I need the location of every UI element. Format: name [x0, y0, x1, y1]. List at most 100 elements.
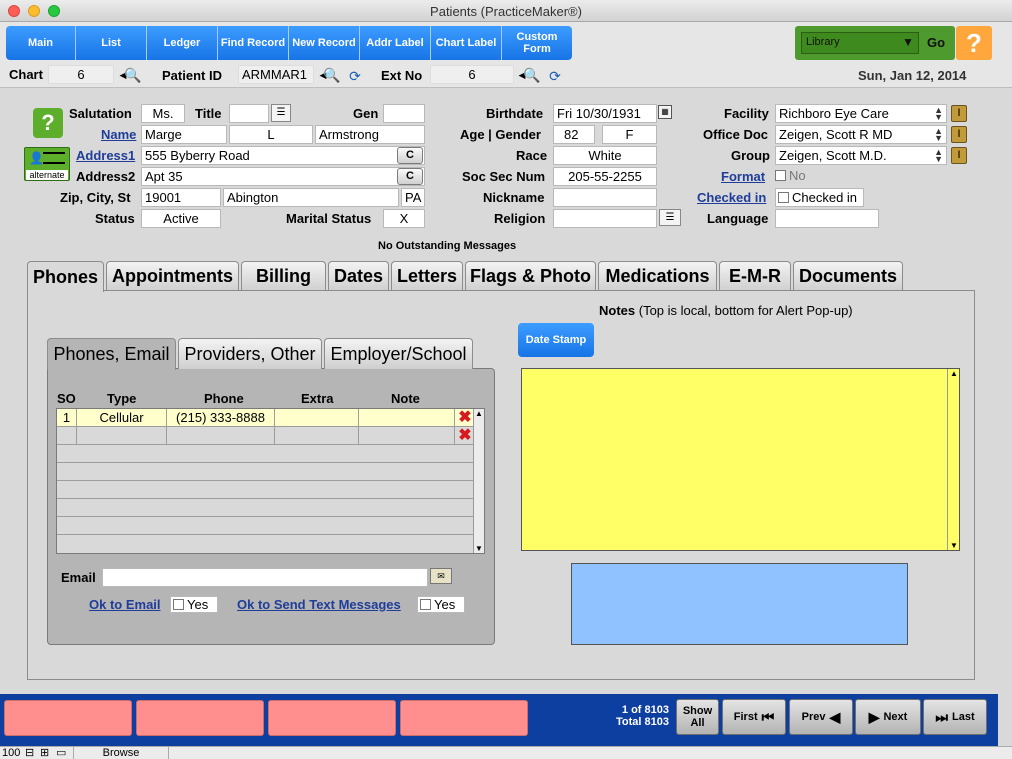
- chart-label-button[interactable]: Chart Label: [431, 26, 502, 60]
- nickname-field[interactable]: [553, 188, 657, 207]
- cell-phone[interactable]: (215) 333-8888: [167, 409, 275, 427]
- custom-button-3[interactable]: [268, 700, 396, 736]
- search-icon[interactable]: 🔍: [124, 66, 142, 84]
- tab-billing[interactable]: Billing: [241, 261, 326, 291]
- send-email-icon[interactable]: ✉: [430, 568, 452, 584]
- cell-extra[interactable]: [275, 409, 359, 427]
- salutation-field[interactable]: Ms.: [141, 104, 185, 123]
- email-field[interactable]: [102, 568, 428, 587]
- show-all-button[interactable]: Show All: [676, 699, 719, 735]
- help-button[interactable]: ?: [956, 26, 992, 60]
- scroll-down-icon[interactable]: ▼: [475, 544, 483, 553]
- group-dropdown[interactable]: Zeigen, Scott M.D. ▲ ▼: [775, 146, 947, 165]
- custom-button-1[interactable]: [4, 700, 132, 736]
- cell-type[interactable]: Cellular: [77, 409, 167, 427]
- address1-c-button[interactable]: C: [397, 147, 423, 164]
- race-field[interactable]: White: [553, 146, 657, 165]
- new-record-button[interactable]: New Record: [289, 26, 360, 60]
- zoom-level[interactable]: 100: [2, 747, 20, 759]
- ok-to-email-checkbox[interactable]: Yes: [170, 596, 218, 613]
- list-icon[interactable]: ☰: [659, 209, 681, 226]
- subtab-providers-other[interactable]: Providers, Other: [178, 338, 322, 369]
- cell-extra[interactable]: [275, 427, 359, 445]
- ok-to-text-label[interactable]: Ok to Send Text Messages: [237, 597, 401, 612]
- subtab-employer-school[interactable]: Employer/School: [324, 338, 473, 369]
- delete-row-icon[interactable]: ✖: [458, 410, 472, 426]
- language-field[interactable]: [775, 209, 879, 228]
- birthdate-field[interactable]: Fri 10/30/1931: [553, 104, 657, 123]
- address1-field[interactable]: 555 Byberry Road: [141, 146, 425, 165]
- search-icon[interactable]: 🔍: [323, 66, 341, 84]
- custom-button-2[interactable]: [136, 700, 264, 736]
- scroll-down-icon[interactable]: ▼: [950, 541, 958, 550]
- first-name-field[interactable]: Marge: [141, 125, 227, 144]
- library-dropdown[interactable]: Library ▼: [801, 32, 919, 54]
- list-icon[interactable]: ☰: [271, 104, 291, 122]
- status-field[interactable]: Active: [141, 209, 221, 228]
- address2-c-button[interactable]: C: [397, 168, 423, 185]
- go-button[interactable]: Go: [927, 35, 945, 50]
- notes-scrollbar[interactable]: ▲ ▼: [947, 369, 959, 550]
- addr-label-button[interactable]: Addr Label: [360, 26, 431, 60]
- tab-medications[interactable]: Medications: [598, 261, 717, 291]
- cell-note[interactable]: [359, 409, 455, 427]
- middle-initial-field[interactable]: L: [229, 125, 313, 144]
- state-field[interactable]: PA: [401, 188, 425, 207]
- zoom-out-icon[interactable]: ⊟: [25, 746, 34, 759]
- local-notes-textarea[interactable]: ▲ ▼: [521, 368, 960, 551]
- first-button[interactable]: First ⏮: [722, 699, 786, 735]
- table-row[interactable]: [57, 427, 473, 445]
- office-doc-dropdown[interactable]: Zeigen, Scott R MD ▲ ▼: [775, 125, 947, 144]
- tab-documents[interactable]: Documents: [793, 261, 903, 291]
- cell-note[interactable]: [359, 427, 455, 445]
- help-question-icon[interactable]: ?: [33, 108, 63, 138]
- checked-in-label-link[interactable]: Checked in: [697, 190, 766, 205]
- refresh-icon[interactable]: ⟳: [546, 67, 564, 85]
- age-field[interactable]: 82: [553, 125, 595, 144]
- last-name-field[interactable]: Armstrong: [315, 125, 425, 144]
- ok-to-email-label[interactable]: Ok to Email: [89, 597, 161, 612]
- refresh-icon[interactable]: ⟳: [346, 67, 364, 85]
- address1-label-link[interactable]: Address1: [76, 148, 135, 163]
- prev-button[interactable]: Prev ◀: [789, 699, 853, 735]
- cell-so[interactable]: [57, 427, 77, 445]
- ledger-button[interactable]: Ledger: [147, 26, 218, 60]
- gender-field[interactable]: F: [602, 125, 657, 144]
- subtab-phones-email[interactable]: Phones, Email: [47, 338, 176, 370]
- office-doc-lookup-icon[interactable]: I: [951, 126, 967, 143]
- scroll-up-icon[interactable]: ▲: [475, 409, 483, 418]
- delete-row-icon[interactable]: ✖: [458, 428, 472, 444]
- marital-status-field[interactable]: X: [383, 209, 425, 228]
- tab-dates[interactable]: Dates: [328, 261, 389, 291]
- tab-flags-photo[interactable]: Flags & Photo: [465, 261, 596, 291]
- cell-so[interactable]: 1: [57, 409, 77, 427]
- grid-scrollbar[interactable]: ▲ ▼: [473, 409, 484, 553]
- chart-field[interactable]: 6: [48, 65, 114, 84]
- ok-to-text-checkbox[interactable]: Yes: [417, 596, 465, 613]
- tab-appointments[interactable]: Appointments: [106, 261, 239, 291]
- cell-type[interactable]: [77, 427, 167, 445]
- scroll-up-icon[interactable]: ▲: [950, 369, 958, 378]
- calendar-icon[interactable]: ▦: [658, 105, 672, 119]
- checked-in-checkbox[interactable]: Checked in: [775, 188, 864, 207]
- facility-lookup-icon[interactable]: I: [951, 105, 967, 122]
- main-button[interactable]: Main: [6, 26, 76, 60]
- format-checkbox[interactable]: No: [775, 168, 806, 183]
- list-button[interactable]: List: [76, 26, 147, 60]
- tab-letters[interactable]: Letters: [391, 261, 463, 291]
- zip-field[interactable]: 19001: [141, 188, 221, 207]
- table-row[interactable]: 1 Cellular (215) 333-8888: [57, 409, 473, 427]
- ext-no-field[interactable]: 6: [430, 65, 514, 84]
- group-lookup-icon[interactable]: I: [951, 147, 967, 164]
- alternate-address-button[interactable]: 👤 alternate: [24, 147, 70, 181]
- toggle-status-icon[interactable]: ▭: [56, 746, 66, 759]
- city-field[interactable]: Abington: [223, 188, 399, 207]
- find-record-button[interactable]: Find Record: [218, 26, 289, 60]
- address2-field[interactable]: Apt 35: [141, 167, 425, 186]
- name-label-link[interactable]: Name: [101, 127, 136, 142]
- last-button[interactable]: ⏭ Last: [923, 699, 987, 735]
- religion-field[interactable]: [553, 209, 657, 228]
- title-field[interactable]: [229, 104, 269, 123]
- tab-phones[interactable]: Phones: [27, 261, 104, 292]
- patient-id-field[interactable]: ARMMAR1: [238, 65, 314, 84]
